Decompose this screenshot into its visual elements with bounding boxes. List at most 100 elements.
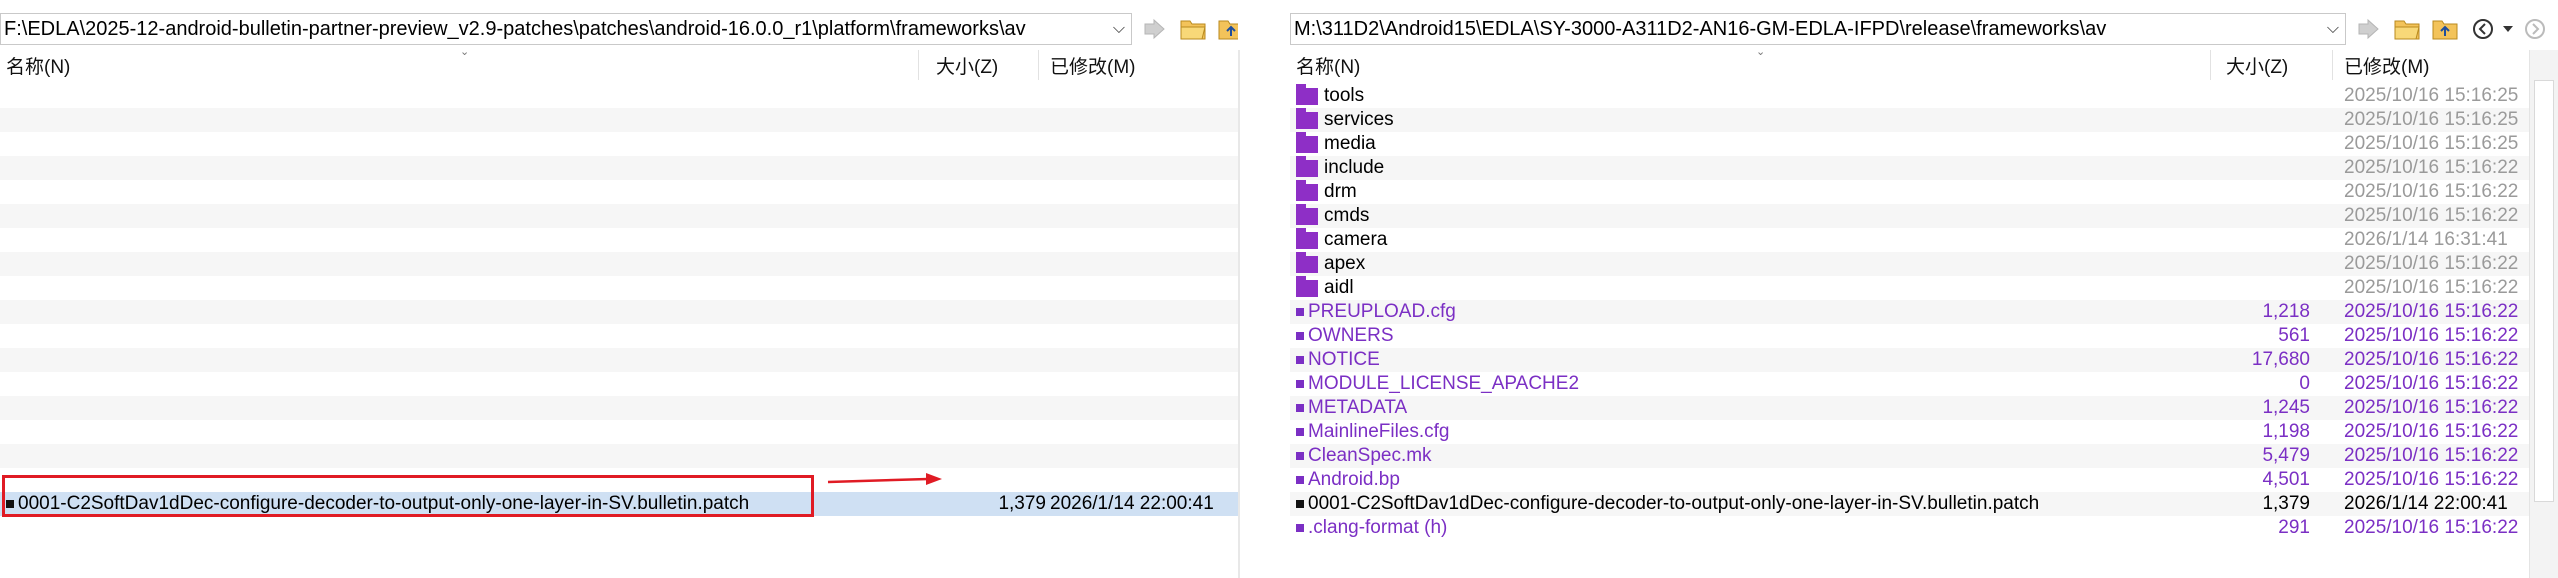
list-item[interactable]: PREUPLOAD.cfg 1,218 2025/10/16 15:16:22	[1290, 300, 2530, 324]
sort-caret-icon: ⌄	[1756, 46, 1766, 58]
file-modified: 2025/10/16 15:16:22	[2344, 445, 2519, 466]
list-item[interactable]	[0, 300, 1238, 324]
open-folder-icon[interactable]	[2392, 14, 2422, 44]
vertical-scrollbar[interactable]	[2529, 50, 2558, 578]
list-item[interactable]	[0, 204, 1238, 228]
chevron-down-icon[interactable]: ⌵	[2327, 20, 2339, 38]
left-path-input[interactable]: F:\EDLA\2025-12-android-bulletin-partner…	[0, 13, 1132, 45]
file-modified: 2025/10/16 15:16:22	[2344, 205, 2519, 226]
file-size: 1,379	[2262, 493, 2310, 514]
list-item[interactable]: media 2025/10/16 15:16:25	[1290, 131, 2530, 156]
list-item[interactable]: cmds 2025/10/16 15:16:22	[1290, 203, 2530, 228]
file-name: MODULE_LICENSE_APACHE2	[1308, 373, 1580, 394]
list-item[interactable]	[0, 228, 1238, 252]
file-name: apex	[1324, 253, 1366, 274]
list-item[interactable]	[0, 444, 1238, 468]
column-size[interactable]: 大小(Z)	[936, 52, 998, 79]
file-size: 1,198	[2262, 421, 2310, 442]
list-item[interactable]: drm 2025/10/16 15:16:22	[1290, 179, 2530, 204]
folder-icon	[1296, 251, 1318, 273]
list-item[interactable]: services 2025/10/16 15:16:25	[1290, 107, 2530, 132]
list-item[interactable]	[0, 180, 1238, 204]
folder-icon	[1296, 155, 1318, 177]
list-item[interactable]: .clang-format (h) 291 2025/10/16 15:16:22	[1290, 516, 2530, 540]
file-modified: 2025/10/16 15:16:22	[2344, 277, 2519, 298]
column-divider[interactable]	[1038, 50, 1039, 80]
list-item[interactable]: MainlineFiles.cfg 1,198 2025/10/16 15:16:2…	[1290, 420, 2530, 444]
list-item[interactable]	[0, 156, 1238, 180]
file-modified: 2025/10/16 15:16:22	[2344, 157, 2519, 178]
file-size: 561	[2278, 325, 2310, 346]
list-item[interactable]	[0, 276, 1238, 300]
list-item[interactable]: aidl 2025/10/16 15:16:22	[1290, 275, 2530, 300]
open-folder-icon[interactable]	[1178, 14, 1208, 44]
column-divider[interactable]	[2332, 50, 2333, 80]
copy-right-icon[interactable]	[1140, 14, 1170, 44]
list-item[interactable]	[0, 324, 1238, 348]
column-size[interactable]: 大小(Z)	[2226, 52, 2288, 79]
file-status-icon	[1296, 308, 1304, 316]
file-name: aidl	[1324, 277, 1354, 298]
list-item[interactable]: include 2025/10/16 15:16:22	[1290, 155, 2530, 180]
file-status-icon	[1296, 356, 1304, 364]
list-item[interactable]: NOTICE 17,680 2025/10/16 15:16:22	[1290, 348, 2530, 372]
file-modified: 2025/10/16 15:16:22	[2344, 325, 2519, 346]
file-size: 291	[2278, 517, 2310, 538]
file-modified: 2025/10/16 15:16:22	[2344, 421, 2519, 442]
file-modified: 2025/10/16 15:16:22	[2344, 469, 2519, 490]
file-name: OWNERS	[1308, 325, 1394, 346]
list-item[interactable]	[0, 348, 1238, 372]
chevron-down-icon[interactable]: ⌵	[1113, 20, 1125, 38]
file-name: camera	[1324, 229, 1388, 250]
file-modified: 2025/10/16 15:16:25	[2344, 109, 2519, 130]
list-item[interactable]: apex 2025/10/16 15:16:22	[1290, 251, 2530, 276]
right-pane: M:\311D2\Android15\EDLA\SY-3000-A311D2-A…	[1290, 0, 2558, 578]
file-status-icon	[1296, 332, 1304, 340]
list-item[interactable]	[0, 420, 1238, 444]
list-item[interactable]	[0, 252, 1238, 276]
pane-splitter[interactable]	[1238, 0, 1290, 578]
list-item[interactable]	[0, 132, 1238, 156]
file-modified: 2025/10/16 15:16:22	[2344, 301, 2519, 322]
list-item[interactable]: tools 2025/10/16 15:16:25	[1290, 83, 2530, 108]
list-item[interactable]	[0, 84, 1238, 108]
column-name[interactable]: 名称(N)	[6, 52, 70, 79]
list-item[interactable]: MODULE_LICENSE_APACHE2 0 2025/10/16 15:16:…	[1290, 372, 2530, 396]
parent-folder-icon[interactable]	[2430, 14, 2460, 44]
folder-icon	[1296, 83, 1318, 105]
list-item[interactable]: camera 2026/1/14 16:31:41	[1290, 227, 2530, 252]
left-file-list: 0001-C2SoftDav1dDec-configure-decoder-to…	[0, 84, 1238, 540]
file-status-icon	[1296, 500, 1304, 508]
file-modified: 2025/10/16 15:16:22	[2344, 397, 2519, 418]
folder-icon	[1296, 227, 1318, 249]
dropdown-icon[interactable]	[2500, 14, 2516, 44]
list-item[interactable]	[0, 372, 1238, 396]
column-modified[interactable]: 已修改(M)	[1050, 52, 1135, 79]
left-path-text: F:\EDLA\2025-12-android-bulletin-partner…	[4, 17, 1026, 40]
list-item[interactable]: METADATA 1,245 2025/10/16 15:16:22	[1290, 396, 2530, 420]
right-file-list: tools 2025/10/16 15:16:25 services 2025/10/…	[1290, 83, 2530, 540]
list-item[interactable]: 0001-C2SoftDav1dDec-configure-decoder-to…	[1290, 492, 2530, 516]
column-modified[interactable]: 已修改(M)	[2344, 52, 2429, 79]
list-item[interactable]: OWNERS 561 2025/10/16 15:16:22	[1290, 324, 2530, 348]
file-modified: 2025/10/16 15:16:22	[2344, 373, 2519, 394]
file-name: Android.bp	[1308, 469, 1400, 490]
back-icon[interactable]	[2468, 14, 2498, 44]
column-divider[interactable]	[918, 50, 919, 80]
column-divider[interactable]	[2210, 50, 2211, 80]
list-item[interactable]	[0, 396, 1238, 420]
list-item[interactable]	[0, 108, 1238, 132]
column-name[interactable]: 名称(N)	[1296, 52, 1360, 79]
copy-left-icon[interactable]	[2354, 14, 2384, 44]
right-path-input[interactable]: M:\311D2\Android15\EDLA\SY-3000-A311D2-A…	[1290, 13, 2346, 45]
file-size: 17,680	[2251, 349, 2310, 370]
list-item[interactable]: CleanSpec.mk 5,479 2025/10/16 15:16:22	[1290, 444, 2530, 468]
scrollbar-thumb[interactable]	[2534, 80, 2554, 502]
file-name: 0001-C2SoftDav1dDec-configure-decoder-to…	[1308, 493, 2040, 514]
list-item[interactable]	[0, 516, 1238, 540]
splitter-line	[1238, 50, 1240, 578]
forward-icon[interactable]	[2520, 14, 2550, 44]
list-item[interactable]: Android.bp 4,501 2025/10/16 15:16:22	[1290, 468, 2530, 492]
file-status-icon	[1296, 428, 1304, 436]
parent-folder-icon[interactable]	[1216, 14, 1238, 44]
